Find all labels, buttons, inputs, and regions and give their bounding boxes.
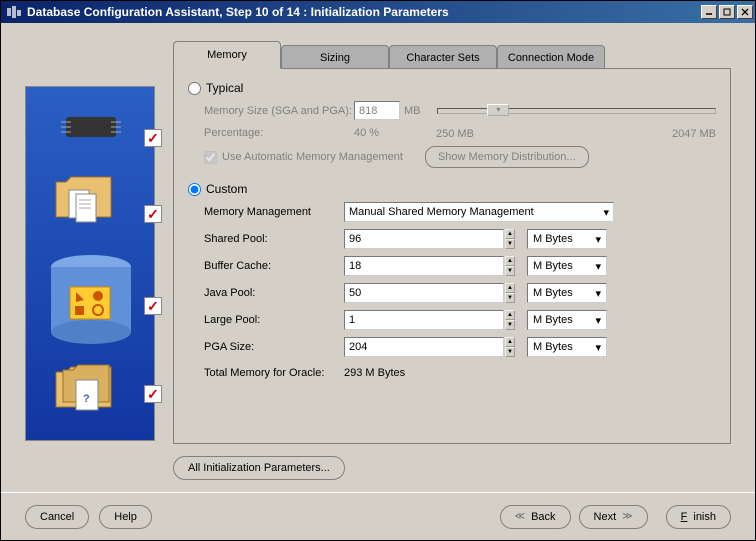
titlebar: Database Configuration Assistant, Step 1…	[1, 1, 755, 23]
chevron-down-icon: ▾	[595, 287, 601, 300]
buffer-cache-input[interactable]	[344, 256, 504, 276]
content: ✓ ✓ ✓ ?	[1, 23, 755, 492]
all-initialization-parameters-button[interactable]: All Initialization Parameters...	[173, 456, 345, 480]
folder-docs-icon	[51, 172, 131, 247]
total-memory-value: 293 M Bytes	[344, 367, 405, 379]
tabs: Memory Sizing Character Sets Connection …	[173, 41, 731, 69]
range-min: 250 MB	[436, 128, 474, 140]
auto-memory-checkbox	[204, 151, 217, 164]
tab-connection-mode[interactable]: Connection Mode	[497, 45, 605, 69]
large-pool-stepper[interactable]: ▲▼	[505, 310, 515, 330]
memory-panel: Typical Memory Size (SGA and PGA): MB ▾	[173, 68, 731, 444]
slider-thumb-icon: ▾	[487, 104, 509, 116]
chip-icon	[56, 107, 126, 147]
tab-sizing[interactable]: Sizing	[281, 45, 389, 69]
chevron-down-icon: ▾	[595, 314, 601, 327]
memsize-label: Memory Size (SGA and PGA):	[204, 105, 354, 117]
percentage-label: Percentage:	[204, 127, 354, 139]
chevron-down-icon: ▾	[603, 206, 609, 219]
main-panel: Memory Sizing Character Sets Connection …	[173, 41, 731, 480]
chevron-down-icon: ▾	[595, 341, 601, 354]
pga-size-unit-select[interactable]: M Bytes▾	[527, 337, 607, 357]
memory-slider: ▾	[437, 108, 717, 114]
typical-label: Typical	[206, 81, 243, 95]
memory-management-value: Manual Shared Memory Management	[349, 206, 534, 218]
next-button[interactable]: Next ≫	[579, 505, 648, 529]
pga-size-input[interactable]	[344, 337, 504, 357]
tab-character-sets[interactable]: Character Sets	[389, 45, 497, 69]
memsize-unit: MB	[404, 105, 421, 117]
large-pool-label: Large Pool:	[204, 314, 344, 326]
chevron-down-icon: ▾	[595, 260, 601, 273]
chevron-down-icon: ▾	[595, 233, 601, 246]
window-title: Database Configuration Assistant, Step 1…	[27, 5, 701, 19]
tab-memory[interactable]: Memory	[173, 41, 281, 69]
typical-radio[interactable]	[188, 82, 201, 95]
java-pool-unit-select[interactable]: M Bytes▾	[527, 283, 607, 303]
wizard-sidebar-image: ✓ ✓ ✓ ?	[25, 86, 155, 441]
pga-size-row: PGA Size: ▲▼ M Bytes▾	[204, 337, 716, 357]
cancel-button[interactable]: Cancel	[25, 505, 89, 529]
step-check-icon: ✓	[144, 385, 162, 403]
java-pool-input[interactable]	[344, 283, 504, 303]
memory-management-label: Memory Management	[204, 206, 344, 218]
show-memory-distribution-button: Show Memory Distribution...	[425, 146, 589, 168]
shared-pool-row: Shared Pool: ▲▼ M Bytes▾	[204, 229, 716, 249]
help-button[interactable]: Help	[99, 505, 152, 529]
buffer-cache-unit-select[interactable]: M Bytes▾	[527, 256, 607, 276]
window-controls	[701, 5, 753, 19]
minimize-button[interactable]	[701, 5, 717, 19]
total-memory-label: Total Memory for Oracle:	[204, 367, 344, 379]
pga-size-label: PGA Size:	[204, 341, 344, 353]
buffer-cache-row: Buffer Cache: ▲▼ M Bytes▾	[204, 256, 716, 276]
database-icon	[46, 252, 136, 347]
large-pool-row: Large Pool: ▲▼ M Bytes▾	[204, 310, 716, 330]
shared-pool-label: Shared Pool:	[204, 233, 344, 245]
shared-pool-unit-select[interactable]: M Bytes▾	[527, 229, 607, 249]
large-pool-unit-select[interactable]: M Bytes▾	[527, 310, 607, 330]
large-pool-input[interactable]	[344, 310, 504, 330]
step-check-icon: ✓	[144, 205, 162, 223]
step-check-icon: ✓	[144, 129, 162, 147]
shared-pool-stepper[interactable]: ▲▼	[505, 229, 515, 249]
back-button[interactable]: ≪ Back	[500, 505, 571, 529]
close-button[interactable]	[737, 5, 753, 19]
java-pool-row: Java Pool: ▲▼ M Bytes▾	[204, 283, 716, 303]
custom-label: Custom	[206, 182, 247, 196]
buffer-cache-label: Buffer Cache:	[204, 260, 344, 272]
buffer-cache-stepper[interactable]: ▲▼	[505, 256, 515, 276]
folder-help-icon: ?	[51, 362, 131, 427]
app-icon	[7, 4, 23, 20]
percentage-value: 40 %	[354, 127, 420, 139]
java-pool-stepper[interactable]: ▲▼	[505, 283, 515, 303]
chevron-left-icon: ≪	[515, 511, 525, 522]
footer: Cancel Help ≪ Back Next ≫ Finish	[1, 492, 755, 540]
memsize-input	[354, 101, 400, 120]
maximize-button[interactable]	[719, 5, 735, 19]
window: Database Configuration Assistant, Step 1…	[0, 0, 756, 541]
svg-text:?: ?	[83, 393, 90, 405]
step-check-icon: ✓	[144, 297, 162, 315]
custom-radio[interactable]	[188, 183, 201, 196]
java-pool-label: Java Pool:	[204, 287, 344, 299]
memory-management-select[interactable]: Manual Shared Memory Management ▾	[344, 202, 614, 222]
finish-button[interactable]: Finish	[666, 505, 731, 529]
chevron-right-icon: ≫	[622, 511, 632, 522]
shared-pool-input[interactable]	[344, 229, 504, 249]
auto-memory-label: Use Automatic Memory Management	[222, 151, 403, 163]
pga-size-stepper[interactable]: ▲▼	[505, 337, 515, 357]
range-max: 2047 MB	[672, 128, 716, 140]
